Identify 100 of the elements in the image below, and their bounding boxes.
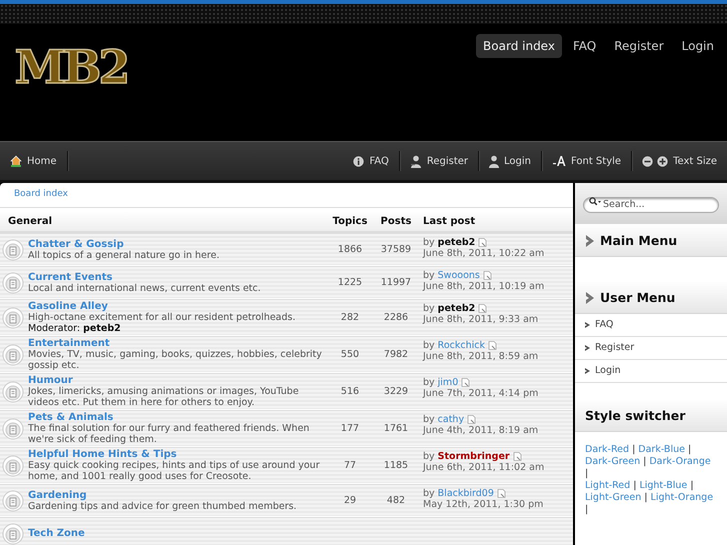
- page-icon: [488, 341, 497, 350]
- forum-title-link[interactable]: Gasoline Alley: [26, 301, 327, 312]
- column-header: Posts: [380, 216, 412, 226]
- topics-count: 77: [342, 460, 358, 471]
- section-heading: Main Menu: [575, 224, 727, 256]
- column-header: General: [7, 216, 53, 226]
- style-link[interactable]: Dark-Green: [585, 456, 640, 466]
- chevron-icon: [585, 292, 594, 304]
- by-label: by: [423, 303, 435, 314]
- breadcrumb-link[interactable]: Board index: [0, 183, 573, 208]
- style-link[interactable]: Light-Red: [585, 480, 630, 490]
- posts-count: 3229: [382, 386, 410, 397]
- nav-link[interactable]: Register: [607, 34, 671, 58]
- username-link[interactable]: Blackbird09: [438, 488, 494, 499]
- page-icon: [512, 452, 522, 461]
- username-link[interactable]: Stormbringer: [438, 451, 510, 462]
- username-link[interactable]: jim0: [438, 377, 458, 388]
- style-link[interactable]: Dark-Red: [585, 444, 630, 454]
- font-icon: [552, 155, 566, 167]
- forum-description: Jokes, limericks, amusing animations or images, YouTube videos etc. Put them in here for others to enjoy.: [26, 386, 300, 408]
- post-date: June 6th, 2011, 11:02 am: [423, 462, 546, 473]
- chevron-icon: [585, 234, 594, 246]
- separator-text: |: [585, 468, 588, 478]
- forum-description: High-octane excitement for all our resident petrolheads.: [27, 312, 297, 323]
- username-link[interactable]: Rockchick: [438, 340, 485, 351]
- menu-item[interactable]: Login: [575, 360, 727, 382]
- moderator-text: Moderator: peteb2: [27, 323, 122, 334]
- separator-text: |: [690, 480, 694, 490]
- post-date: June 8th, 2011, 10:19 am: [423, 281, 546, 292]
- by-label: by: [423, 451, 435, 462]
- forum-description: The final solution for our furry and feathered friends. When we're sick of feeding them.: [27, 423, 310, 445]
- separator-text: |: [585, 504, 588, 514]
- forum-title-link[interactable]: Helpful Home Hints & Tips: [26, 449, 327, 460]
- info-icon: [353, 156, 364, 166]
- home-icon: [10, 155, 22, 167]
- post-date: May 12th, 2011, 1:30 pm: [423, 499, 544, 510]
- separator-text: |: [688, 444, 692, 454]
- topics-count: 1225: [336, 277, 364, 288]
- menu-item[interactable]: FAQ: [575, 314, 727, 336]
- style-link[interactable]: Dark-Orange: [649, 456, 711, 466]
- post-date: June 8th, 2011, 10:22 am: [423, 248, 546, 259]
- chevron-icon: [585, 344, 590, 350]
- search-field[interactable]: Search...: [583, 196, 719, 212]
- username-link[interactable]: peteb2: [438, 237, 476, 248]
- forum-description: Local and international news, current events etc.: [27, 282, 262, 294]
- column-header: Topics: [332, 216, 368, 226]
- chevron-icon: [585, 368, 590, 374]
- toolbar-link[interactable]: Home: [0, 151, 68, 171]
- topics-count: 516: [340, 386, 360, 397]
- style-link[interactable]: Dark-Blue: [638, 444, 685, 454]
- forum-title-link[interactable]: Current Events: [26, 272, 327, 282]
- username-link[interactable]: cathy: [438, 414, 464, 425]
- by-label: by: [423, 270, 435, 281]
- by-label: by: [423, 414, 435, 425]
- posts-count: 37589: [380, 244, 412, 255]
- nav-link[interactable]: Login: [674, 34, 721, 58]
- plus-icon: [657, 156, 668, 166]
- toolbar-link[interactable]: Text Size: [632, 151, 727, 171]
- style-link[interactable]: Light-Orange: [650, 492, 714, 502]
- posts-count: 2286: [382, 312, 410, 323]
- by-label: by: [423, 377, 435, 388]
- forum-title-link[interactable]: Chatter & Gossip: [26, 238, 327, 250]
- forum-title-link[interactable]: Entertainment: [26, 338, 327, 349]
- forum-title-link[interactable]: Humour: [26, 375, 327, 386]
- post-date: June 7th, 2011, 4:14 pm: [423, 388, 540, 399]
- posts-count: 7982: [382, 349, 410, 360]
- forum-title-link[interactable]: Pets & Animals: [26, 412, 327, 423]
- topics-count: 177: [340, 423, 360, 434]
- topics-count: 1866: [336, 244, 364, 255]
- post-date: June 8th, 2011, 8:59 am: [423, 351, 540, 362]
- toolbar-link[interactable]: Font Style: [542, 151, 632, 171]
- forum-description: Gardening tips and advice for green thumbed members.: [27, 500, 298, 512]
- nav-link[interactable]: FAQ: [566, 34, 604, 58]
- separator-text: |: [643, 456, 646, 466]
- toolbar-link[interactable]: Login: [479, 151, 542, 171]
- toolbar-link[interactable]: Register: [400, 151, 479, 171]
- style-link[interactable]: Light-Blue: [639, 480, 688, 490]
- separator-text: |: [633, 480, 636, 490]
- separator-text: |: [632, 444, 636, 454]
- post-date: June 8th, 2011, 9:33 am: [423, 314, 540, 325]
- menu-item[interactable]: Register: [575, 336, 727, 360]
- username-link[interactable]: peteb2: [438, 303, 476, 314]
- chevron-icon: [585, 322, 590, 328]
- post-date: June 4th, 2011, 8:19 am: [423, 425, 540, 436]
- toolbar-link[interactable]: FAQ: [343, 151, 400, 171]
- forum-title-link[interactable]: Gardening: [26, 490, 327, 500]
- forum-description: Easy quick cooking recipes, hints and tips of use around your home, and 1001 really good uses for Creosote.: [27, 460, 321, 482]
- topics-count: 550: [340, 349, 360, 360]
- column-header: Last post: [422, 216, 476, 226]
- page-icon: [461, 378, 470, 387]
- style-link[interactable]: Light-Green: [585, 492, 642, 502]
- username-link[interactable]: Swooons: [438, 270, 480, 281]
- topics-count: 29: [342, 495, 358, 506]
- forum-description: All topics of a general nature go in here.: [27, 250, 220, 260]
- posts-count: 1761: [382, 423, 410, 434]
- page-icon: [478, 304, 488, 313]
- page-icon: [478, 238, 488, 247]
- by-label: by: [423, 237, 435, 248]
- posts-count: 482: [386, 495, 406, 506]
- nav-link[interactable]: Board index: [476, 34, 562, 58]
